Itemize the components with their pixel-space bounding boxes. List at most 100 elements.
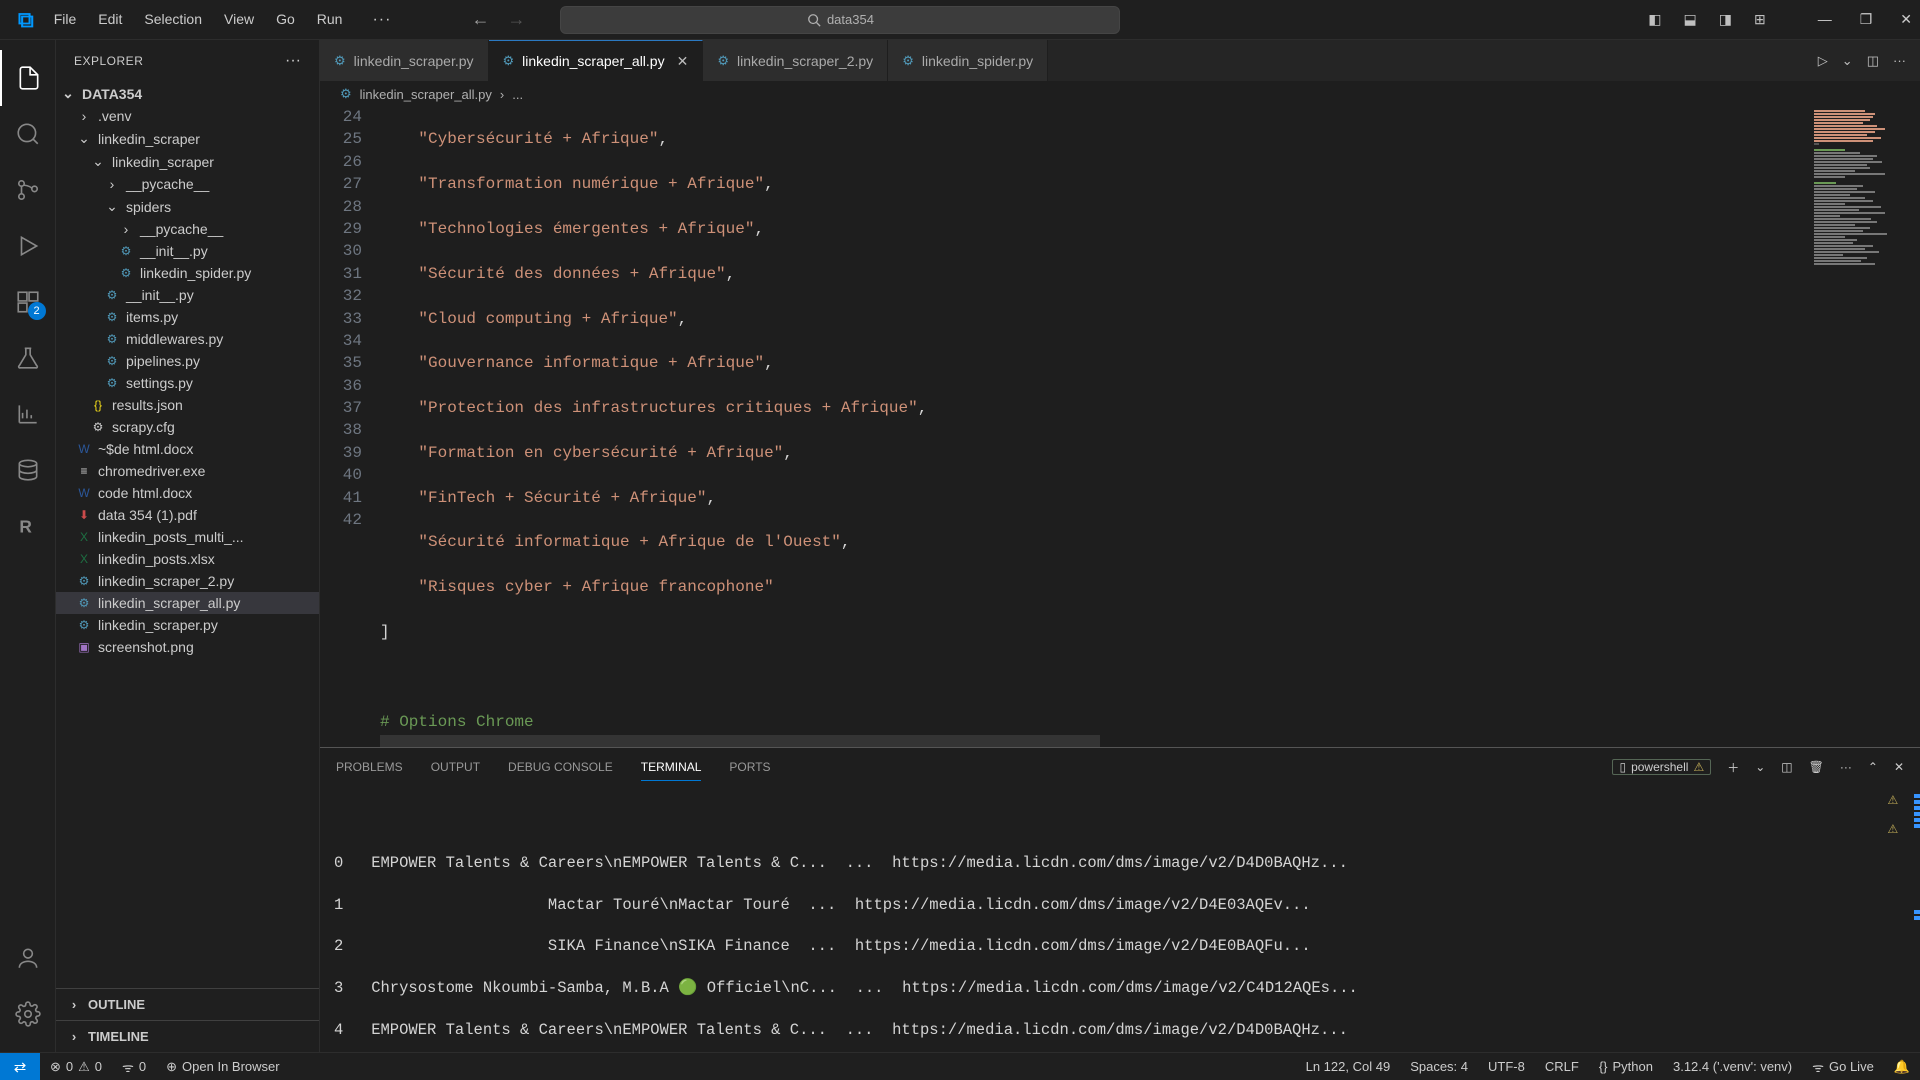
panel-tab-debug[interactable]: DEBUG CONSOLE — [508, 754, 613, 780]
status-language[interactable]: {}Python — [1589, 1059, 1663, 1074]
tree-middlewares[interactable]: ⚙middlewares.py — [56, 328, 319, 350]
tree-spider-file[interactable]: ⚙linkedin_spider.py — [56, 262, 319, 284]
root-folder[interactable]: ⌄DATA354 — [56, 82, 319, 105]
activity-search[interactable] — [0, 106, 56, 162]
outline-section[interactable]: ›OUTLINE — [56, 988, 319, 1020]
tree-codehtml[interactable]: Wcode html.docx — [56, 482, 319, 504]
layout-left-icon[interactable]: ◧ — [1648, 11, 1661, 28]
panel-tab-terminal[interactable]: TERMINAL — [641, 754, 702, 781]
timeline-section[interactable]: ›TIMELINE — [56, 1020, 319, 1052]
minimize-icon[interactable]: — — [1818, 11, 1832, 28]
tab-spider[interactable]: ⚙linkedin_spider.py — [888, 40, 1048, 81]
warning-icon[interactable]: ⚠ — [1888, 819, 1898, 842]
menu-more-icon[interactable]: ··· — [362, 5, 401, 35]
sidebar-more-icon[interactable]: ··· — [285, 52, 301, 70]
activity-chart[interactable] — [0, 386, 56, 442]
tree-venv[interactable]: ›.venv — [56, 105, 319, 127]
menu-edit[interactable]: Edit — [88, 5, 132, 35]
terminal-body[interactable]: ⚠ ⚠ 0 EMPOWER Talents & Careers\nEMPOWER… — [320, 786, 1920, 1052]
layout-bottom-icon[interactable]: ⬓ — [1684, 11, 1697, 28]
menu-view[interactable]: View — [214, 5, 264, 35]
kill-terminal-icon[interactable]: 🗑 — [1809, 760, 1824, 774]
editor-more-icon[interactable]: ··· — [1893, 53, 1906, 68]
tree-pipelines[interactable]: ⚙pipelines.py — [56, 350, 319, 372]
status-interpreter[interactable]: 3.12.4 ('.venv': venv) — [1663, 1059, 1802, 1074]
menu-file[interactable]: File — [44, 5, 87, 35]
tree-pycache2[interactable]: ›__pycache__ — [56, 218, 319, 240]
status-golive[interactable]: ᯤGo Live — [1802, 1058, 1884, 1076]
run-icon[interactable]: ▷ — [1818, 53, 1828, 69]
horizontal-scrollbar[interactable] — [380, 735, 1810, 747]
status-eol[interactable]: CRLF — [1535, 1059, 1589, 1074]
code-body[interactable]: "Cybersécurité + Afrique", "Transformati… — [380, 106, 1810, 747]
remote-button[interactable]: ⇄ — [0, 1053, 40, 1080]
tree-scraper[interactable]: ⚙linkedin_scraper.py — [56, 614, 319, 636]
status-encoding[interactable]: UTF-8 — [1478, 1059, 1535, 1074]
tree-pycache1[interactable]: ›__pycache__ — [56, 173, 319, 195]
nav-back-icon[interactable]: ← — [471, 9, 489, 30]
activity-r[interactable]: R — [0, 498, 56, 554]
tree-init2[interactable]: ⚙__init__.py — [56, 284, 319, 306]
tab-scraper[interactable]: ⚙linkedin_scraper.py — [320, 40, 489, 81]
activity-scm[interactable] — [0, 162, 56, 218]
activity-testing[interactable] — [0, 330, 56, 386]
tree-folder-linkedin_scraper[interactable]: ⌄linkedin_scraper — [56, 127, 319, 150]
terminal-dropdown-icon[interactable]: ⌄ — [1755, 760, 1765, 774]
run-dropdown-icon[interactable]: ⌄ — [1842, 53, 1853, 69]
activity-debug[interactable] — [0, 218, 56, 274]
tree-folder-linkedin_scraper-inner[interactable]: ⌄linkedin_scraper — [56, 150, 319, 173]
tab-scraper-all[interactable]: ⚙linkedin_scraper_all.py✕ — [489, 40, 704, 81]
tree-settings[interactable]: ⚙settings.py — [56, 372, 319, 394]
activity-account[interactable] — [0, 930, 56, 986]
scrollbar-thumb[interactable] — [380, 735, 1100, 747]
maximize-icon[interactable]: ❐ — [1860, 11, 1873, 28]
tab-close-icon[interactable]: ✕ — [677, 53, 689, 70]
tree-init1[interactable]: ⚙__init__.py — [56, 240, 319, 262]
panel-tab-output[interactable]: OUTPUT — [431, 754, 480, 780]
panel-more-icon[interactable]: ··· — [1840, 760, 1852, 774]
tree-scrapy-cfg[interactable]: ⚙scrapy.cfg — [56, 416, 319, 438]
activity-settings[interactable] — [0, 986, 56, 1042]
layout-grid-icon[interactable]: ⊞ — [1754, 11, 1766, 28]
status-bell[interactable]: 🔔 — [1884, 1059, 1920, 1075]
status-port[interactable]: ᯤ0 — [112, 1058, 156, 1076]
menu-run[interactable]: Run — [307, 5, 353, 35]
close-icon[interactable]: ✕ — [1900, 11, 1912, 28]
tree-posts-xlsx[interactable]: Xlinkedin_posts.xlsx — [56, 548, 319, 570]
tree-items[interactable]: ⚙items.py — [56, 306, 319, 328]
tree-spiders[interactable]: ⌄spiders — [56, 195, 319, 218]
tree-scraper-all[interactable]: ⚙linkedin_scraper_all.py — [56, 592, 319, 614]
menu-go[interactable]: Go — [266, 5, 305, 35]
tree-data354pdf[interactable]: ⬇data 354 (1).pdf — [56, 504, 319, 526]
status-open-browser[interactable]: ⊕Open In Browser — [156, 1059, 289, 1075]
tree-results[interactable]: {}results.json — [56, 394, 319, 416]
code-editor[interactable]: 24252627282930313233343536373839404142 "… — [320, 106, 1810, 747]
activity-database[interactable] — [0, 442, 56, 498]
menu-selection[interactable]: Selection — [134, 5, 212, 35]
tree-chromedriver[interactable]: ≡chromedriver.exe — [56, 460, 319, 482]
split-terminal-icon[interactable]: ◫ — [1781, 760, 1792, 774]
split-editor-icon[interactable]: ◫ — [1867, 53, 1879, 69]
status-spaces[interactable]: Spaces: 4 — [1400, 1059, 1478, 1074]
status-cursor[interactable]: Ln 122, Col 49 — [1296, 1059, 1401, 1074]
tree-screenshot[interactable]: ▣screenshot.png — [56, 636, 319, 658]
tab-scraper-2[interactable]: ⚙linkedin_scraper_2.py — [703, 40, 888, 81]
warning-icon[interactable]: ⚠ — [1888, 790, 1898, 813]
activity-explorer[interactable] — [0, 50, 56, 106]
nav-forward-icon[interactable]: → — [507, 9, 525, 30]
command-center[interactable]: data354 — [560, 6, 1120, 34]
panel-close-icon[interactable]: ✕ — [1894, 760, 1904, 774]
panel-tab-problems[interactable]: PROBLEMS — [336, 754, 403, 780]
terminal-shell[interactable]: ▯powershell ⚠ — [1612, 759, 1711, 775]
activity-extensions[interactable]: 2 — [0, 274, 56, 330]
tree-scraper2[interactable]: ⚙linkedin_scraper_2.py — [56, 570, 319, 592]
panel-tab-ports[interactable]: PORTS — [729, 754, 770, 780]
tree-posts-multi[interactable]: Xlinkedin_posts_multi_... — [56, 526, 319, 548]
status-problems[interactable]: ⊗0⚠0 — [40, 1059, 112, 1075]
layout-right-icon[interactable]: ◨ — [1719, 11, 1732, 28]
new-terminal-icon[interactable]: ＋ — [1727, 759, 1739, 776]
panel-maximize-icon[interactable]: ⌃ — [1868, 760, 1878, 774]
tree-dehtml[interactable]: W~$de html.docx — [56, 438, 319, 460]
breadcrumbs[interactable]: ⚙ linkedin_scraper_all.py › ... — [320, 82, 1920, 106]
minimap[interactable] — [1810, 106, 1920, 747]
